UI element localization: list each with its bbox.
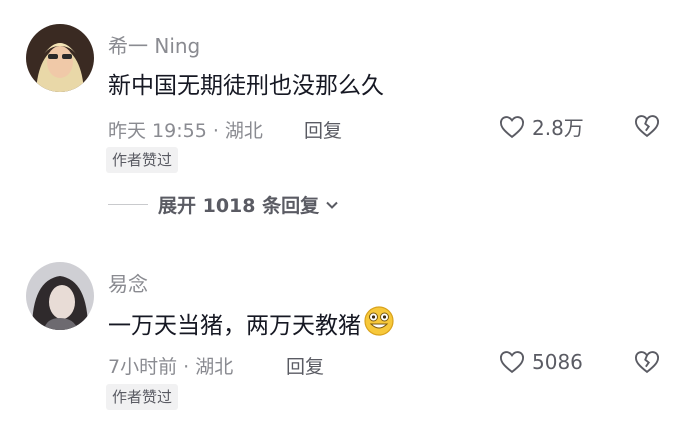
- expand-replies-button[interactable]: 展开 1018 条回复: [108, 191, 341, 218]
- grinning-face-emoji-icon: [363, 305, 395, 343]
- broken-heart-icon: [634, 115, 660, 138]
- username[interactable]: 易念: [108, 268, 148, 297]
- like-count: 5086: [532, 350, 583, 374]
- heart-icon: [499, 115, 525, 138]
- timestamp-location: 昨天 19:55 · 湖北: [108, 120, 263, 142]
- dislike-button[interactable]: [632, 112, 662, 144]
- reply-button[interactable]: 回复: [304, 116, 342, 143]
- username[interactable]: 希一 Ning: [108, 30, 200, 59]
- expand-replies-label: 展开 1018 条回复: [158, 195, 320, 217]
- reply-button[interactable]: 回复: [286, 352, 324, 379]
- avatar[interactable]: [26, 24, 94, 92]
- like-button[interactable]: 2.8万: [498, 112, 584, 141]
- author-liked-badge: 作者赞过: [106, 147, 179, 173]
- author-liked-badge: 作者赞过: [106, 384, 179, 410]
- heart-icon: [499, 351, 525, 374]
- divider: [108, 204, 148, 205]
- comment-text: 新中国无期徒刑也没那么久: [108, 73, 384, 99]
- timestamp-location: 7小时前 · 湖北: [108, 356, 234, 378]
- like-count: 2.8万: [532, 116, 584, 140]
- avatar[interactable]: [26, 262, 94, 330]
- broken-heart-icon: [634, 351, 660, 374]
- like-button[interactable]: 5086: [498, 348, 583, 376]
- comment-text: 一万天当猪，两万天教猪: [108, 305, 395, 346]
- comment-text-body: 一万天当猪，两万天教猪: [108, 313, 361, 339]
- chevron-down-icon: [326, 201, 338, 209]
- dislike-button[interactable]: [632, 348, 662, 380]
